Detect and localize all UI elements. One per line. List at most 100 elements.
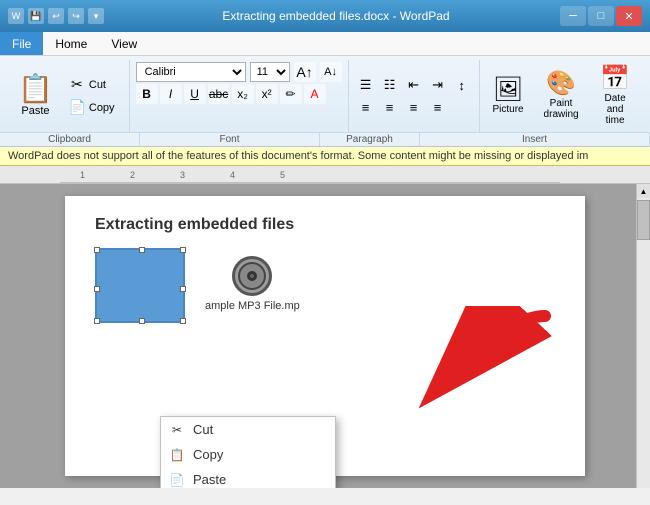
handle-mr — [180, 286, 186, 292]
font-name-select[interactable]: Calibri — [136, 62, 246, 82]
subscript-button[interactable]: x₂ — [232, 84, 254, 104]
clipboard-group-label: Clipboard — [0, 133, 140, 146]
paint-label: Paint drawing — [544, 98, 579, 120]
font-row2: B I U abc x₂ x² ✏ A — [136, 84, 342, 104]
paragraph-group-label: Paragraph — [320, 133, 420, 146]
ctx-paste[interactable]: 📄 Paste — [161, 467, 335, 488]
embedded-objects: ample MP3 File.mp — [95, 248, 555, 323]
handle-br — [180, 318, 186, 324]
pdf-embedded-object[interactable] — [95, 248, 185, 323]
menu-file[interactable]: File — [0, 32, 43, 55]
ribbon: 📋 Paste ✂ Cut 📄 Copy Calibri — [0, 56, 650, 147]
ribbon-content: 📋 Paste ✂ Cut 📄 Copy Calibri — [0, 60, 650, 132]
svg-text:5: 5 — [280, 170, 285, 180]
copy-icon: 📄 — [69, 99, 85, 116]
paste-icon: 📋 — [18, 75, 53, 103]
red-arrow — [355, 306, 555, 426]
svg-text:4: 4 — [230, 170, 235, 180]
cut-ctx-icon: ✂ — [169, 423, 185, 437]
maximize-button[interactable]: □ — [588, 6, 614, 26]
content-area: Extracting embedded files — [0, 184, 650, 488]
justify-button[interactable]: ≡ — [427, 97, 449, 117]
handle-tr — [180, 247, 186, 253]
para-row1: ☰ ☷ ⇤ ⇥ ↕ — [355, 75, 473, 95]
vertical-scrollbar[interactable]: ▲ — [636, 184, 650, 488]
titlebar: W 💾 ↩ ↪ ▾ Extracting embedded files.docx… — [0, 0, 650, 32]
close-button[interactable]: ✕ — [616, 6, 642, 26]
font-row1: Calibri 11 A↑ A↓ — [136, 62, 342, 82]
left-margin — [0, 184, 14, 488]
paint-drawing-button[interactable]: 🎨 Paint drawing — [539, 70, 584, 122]
window-title: Extracting embedded files.docx - WordPad — [112, 9, 560, 23]
handle-tl — [94, 247, 100, 253]
align-right-button[interactable]: ≡ — [403, 97, 425, 117]
undo-icon[interactable]: ↩ — [48, 8, 64, 24]
ctx-cut[interactable]: ✂ Cut — [161, 417, 335, 442]
handle-bm — [139, 318, 145, 324]
shrink-font-button[interactable]: A↓ — [320, 62, 342, 82]
titlebar-left-icons: W 💾 ↩ ↪ ▾ — [8, 8, 104, 24]
datetime-label: Date andtime — [598, 93, 633, 126]
document-title: Extracting embedded files — [95, 216, 555, 234]
main-area: Extracting embedded files — [0, 184, 650, 488]
insert-group-label: Insert — [420, 133, 650, 146]
ctx-copy[interactable]: 📋 Copy — [161, 442, 335, 467]
paste-ctx-icon: 📄 — [169, 473, 185, 487]
font-group: Calibri 11 A↑ A↓ B I U abc x₂ x² ✏ A — [130, 60, 349, 132]
document-page: Extracting embedded files — [65, 196, 585, 476]
datetime-button[interactable]: 📅 Date andtime — [592, 65, 639, 128]
underline-button[interactable]: U — [184, 84, 206, 104]
svg-text:1: 1 — [80, 170, 85, 180]
picture-button[interactable]: 🖼 Picture — [486, 76, 531, 117]
minimize-button[interactable]: ─ — [560, 6, 586, 26]
clipboard-small-buttons: ✂ Cut 📄 Copy — [61, 60, 123, 132]
mp3-embedded-object[interactable]: ample MP3 File.mp — [205, 256, 300, 312]
scroll-thumb[interactable] — [637, 200, 650, 240]
color-button[interactable]: A — [304, 84, 326, 104]
cut-button[interactable]: ✂ Cut — [65, 74, 119, 95]
paste-button[interactable]: 📋 Paste — [10, 60, 61, 132]
ruler-inner: 1 2 3 4 5 — [60, 166, 650, 183]
datetime-icon: 📅 — [600, 67, 630, 91]
svg-text:2: 2 — [130, 170, 135, 180]
font-size-select[interactable]: 11 — [250, 62, 290, 82]
indent-decrease-button[interactable]: ⇤ — [403, 75, 425, 95]
indent-increase-button[interactable]: ⇥ — [427, 75, 449, 95]
ruler: 1 2 3 4 5 — [0, 166, 650, 184]
clipboard-group: 📋 Paste ✂ Cut 📄 Copy — [4, 60, 130, 132]
app-icon: W — [8, 8, 24, 24]
insert-object-button[interactable]: 📦 Insertobject — [647, 70, 650, 122]
line-spacing-button[interactable]: ↕ — [451, 75, 473, 95]
align-left-button[interactable]: ≡ — [355, 97, 377, 117]
highlight-button[interactable]: ✏ — [280, 84, 302, 104]
scroll-up-button[interactable]: ▲ — [637, 184, 650, 198]
insert-group: 🖼 Picture 🎨 Paint drawing 📅 Date andtime… — [480, 60, 650, 132]
bold-button[interactable]: B — [136, 84, 158, 104]
para-row2: ≡ ≡ ≡ ≡ — [355, 97, 473, 117]
redo-icon[interactable]: ↪ — [68, 8, 84, 24]
menu-view[interactable]: View — [99, 32, 149, 55]
grow-font-button[interactable]: A↑ — [294, 62, 316, 82]
ctx-cut-label: Cut — [193, 422, 213, 437]
save-icon[interactable]: 💾 — [28, 8, 44, 24]
cut-icon: ✂ — [69, 76, 85, 93]
strikethrough-button[interactable]: abc — [208, 84, 230, 104]
qat-dropdown-icon[interactable]: ▾ — [88, 8, 104, 24]
ctx-copy-label: Copy — [193, 447, 223, 462]
handle-tm — [139, 247, 145, 253]
italic-button[interactable]: I — [160, 84, 182, 104]
menu-home[interactable]: Home — [43, 32, 99, 55]
cut-label: Cut — [89, 79, 106, 91]
warning-bar: WordPad does not support all of the feat… — [0, 147, 650, 166]
ordered-list-button[interactable]: ☷ — [379, 75, 401, 95]
paint-icon: 🎨 — [546, 72, 576, 96]
list-button[interactable]: ☰ — [355, 75, 377, 95]
ruler-marks: 1 2 3 4 5 — [60, 166, 650, 183]
superscript-button[interactable]: x² — [256, 84, 278, 104]
font-group-label: Font — [140, 133, 320, 146]
align-center-button[interactable]: ≡ — [379, 97, 401, 117]
copy-button[interactable]: 📄 Copy — [65, 97, 119, 118]
paste-label: Paste — [21, 105, 49, 117]
warning-text: WordPad does not support all of the feat… — [8, 150, 588, 162]
mp3-icon — [232, 256, 272, 296]
